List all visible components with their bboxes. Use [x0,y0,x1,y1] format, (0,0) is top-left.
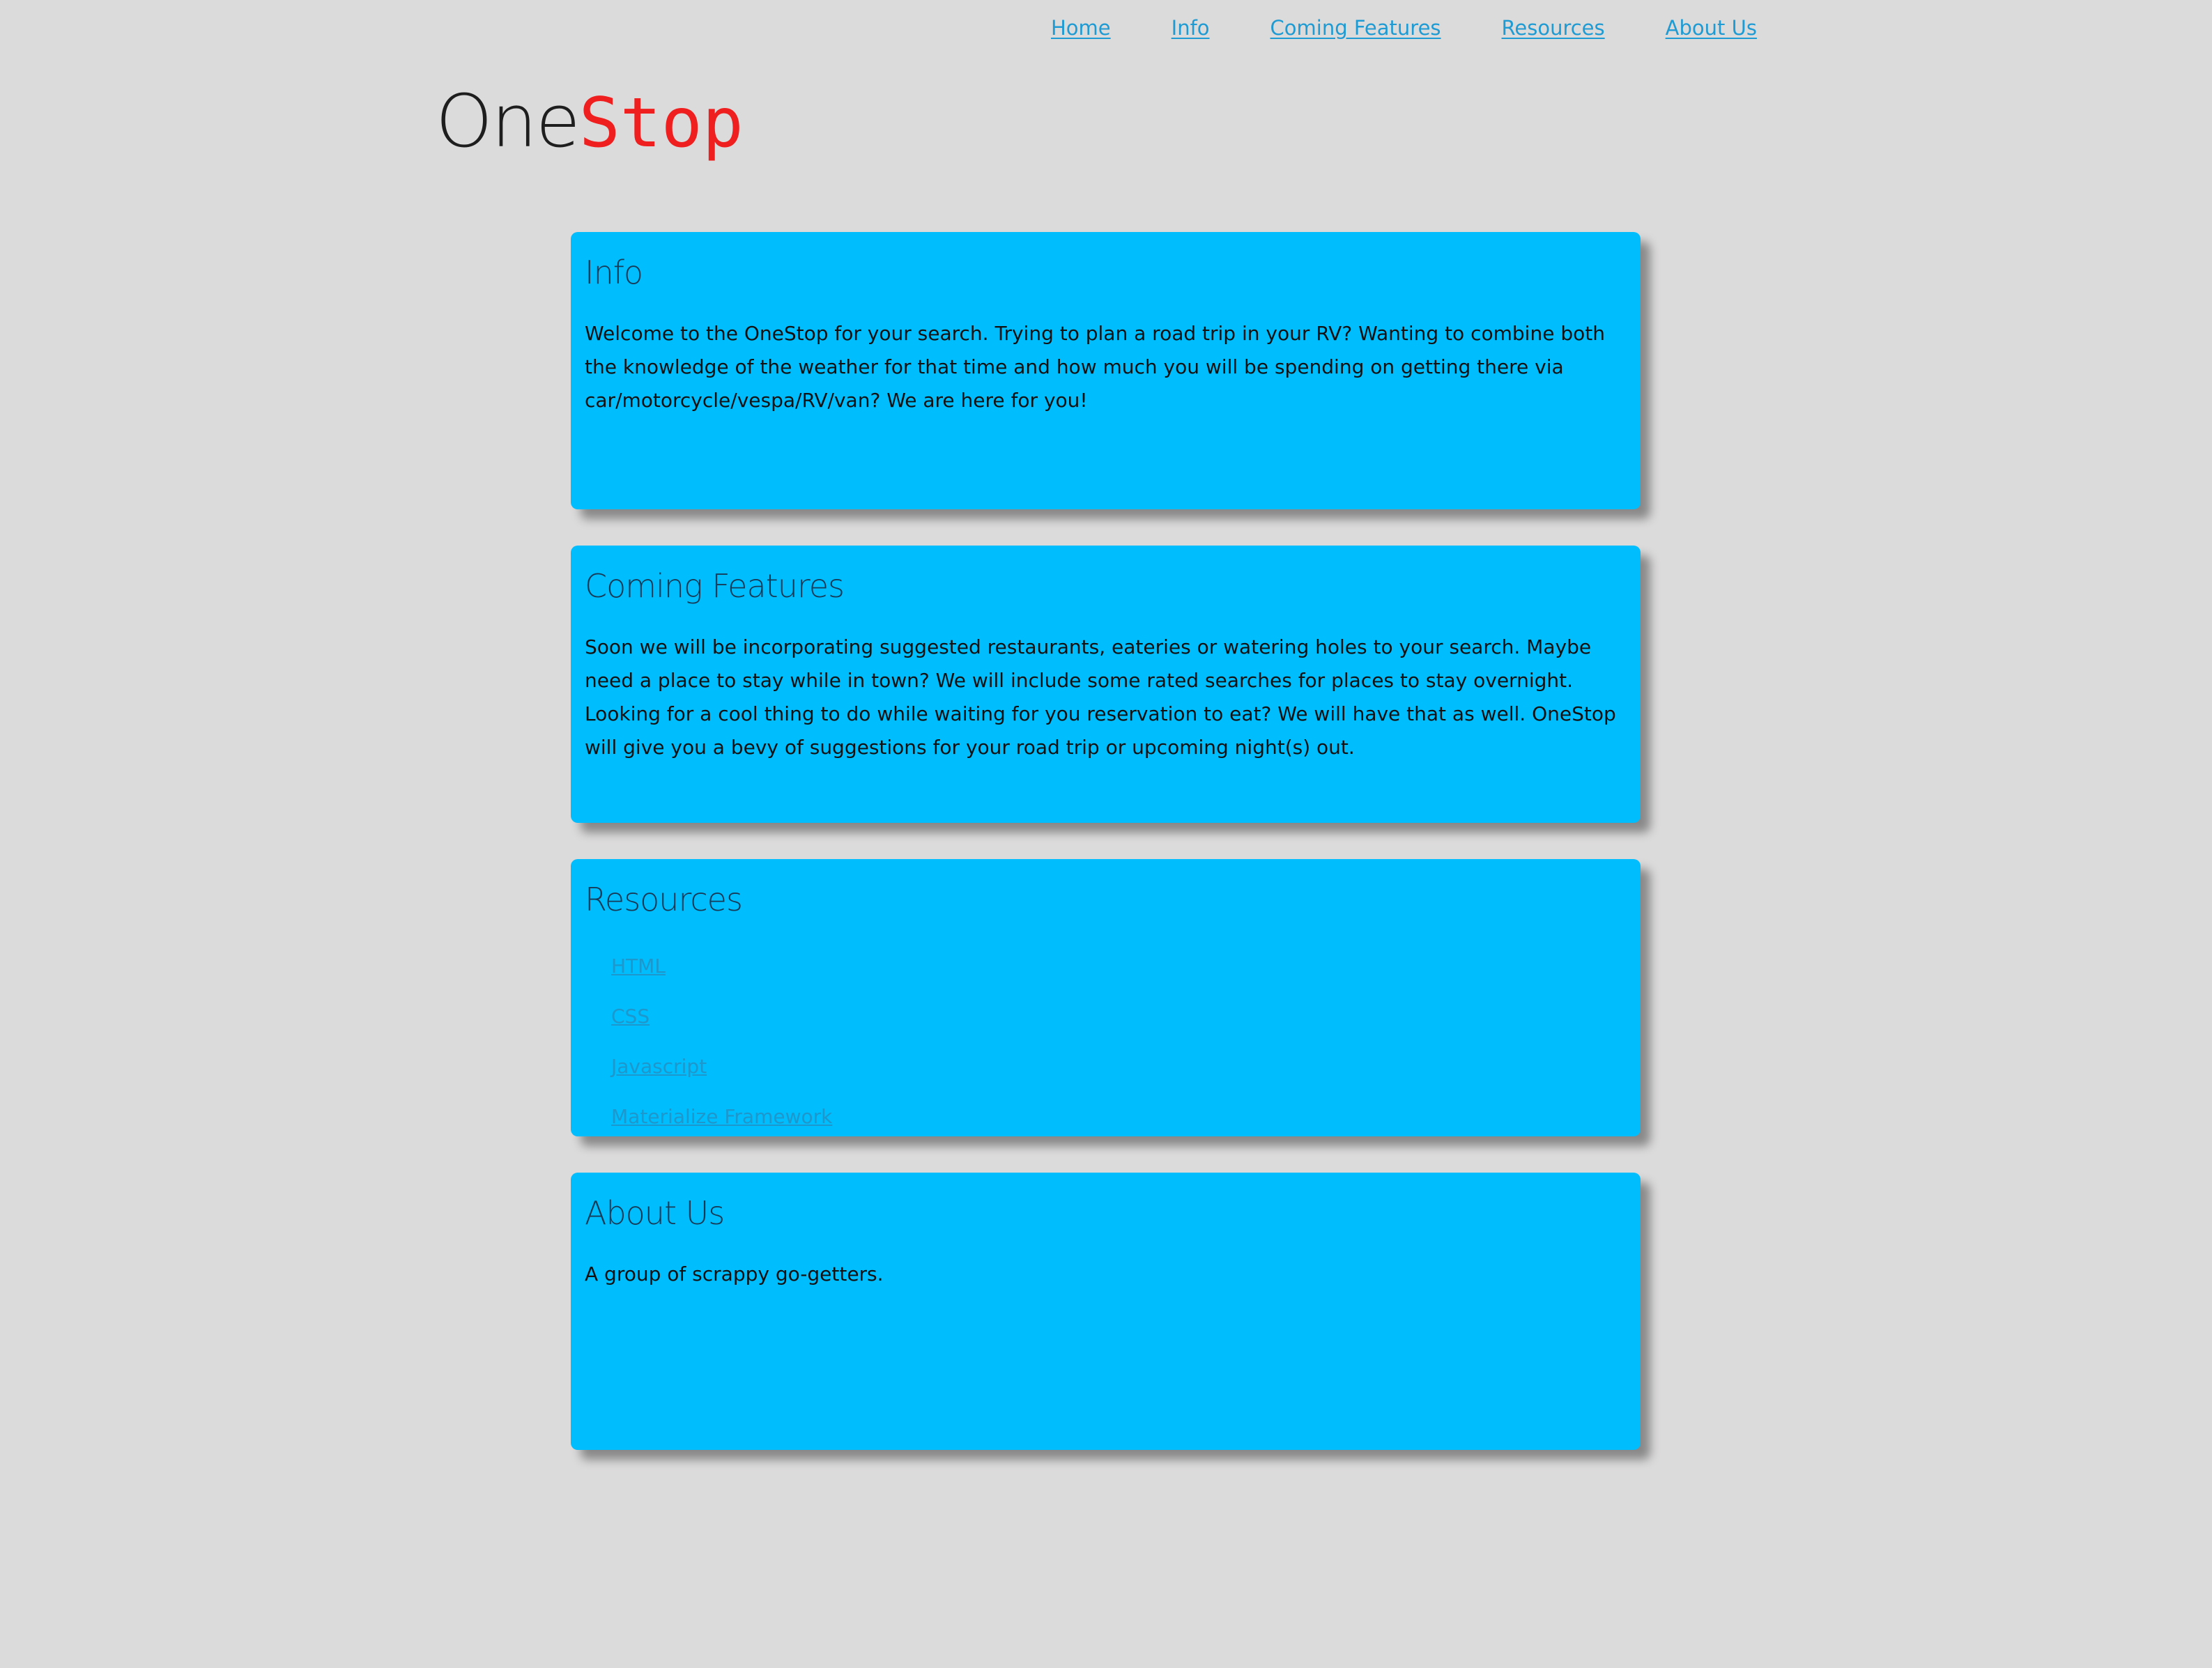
about-us-text: A group of scrappy go-getters. [585,1262,884,1285]
info-panel: Info Welcome to the OneStop for your sea… [571,232,1641,509]
nav-link-info[interactable]: Info [1172,13,1210,43]
site-logo: OneStop [436,78,744,167]
coming-features-heading: Coming Features [585,567,845,605]
coming-features-text: Soon we will be incorporating suggested … [585,635,1616,759]
nav-link-home[interactable]: Home [1051,13,1111,43]
info-text: Welcome to the OneStop for your search. … [585,322,1605,412]
about-us-heading: About Us [585,1194,725,1232]
resource-link-css[interactable]: CSS [611,1005,650,1028]
list-item: CSS [611,993,1627,1043]
logo-part-one: One [436,79,581,164]
resource-link-javascript[interactable]: Javascript [611,1055,707,1078]
nav-link-coming-features[interactable]: Coming Features [1270,13,1441,43]
resource-link-html[interactable]: HTML [611,955,666,978]
list-item: HTML [611,943,1627,993]
about-us-panel: About Us A group of scrappy go-getters. [571,1173,1641,1450]
list-item: Javascript [611,1043,1627,1093]
resources-panel: Resources HTML CSS Javascript Materializ… [571,859,1641,1136]
coming-features-panel: Coming Features Soon we will be incorpor… [571,546,1641,823]
resources-list: HTML CSS Javascript Materialize Framewor… [585,943,1627,1143]
list-item: Materialize Framework [611,1093,1627,1143]
resource-link-materialize[interactable]: Materialize Framework [611,1105,832,1128]
top-nav: Home Info Coming Features Resources Abou… [1051,13,1757,43]
nav-link-about-us[interactable]: About Us [1666,13,1757,43]
info-heading: Info [585,254,643,291]
nav-link-resources[interactable]: Resources [1502,13,1605,43]
logo-part-stop: Stop [578,84,744,163]
resources-heading: Resources [585,881,743,918]
